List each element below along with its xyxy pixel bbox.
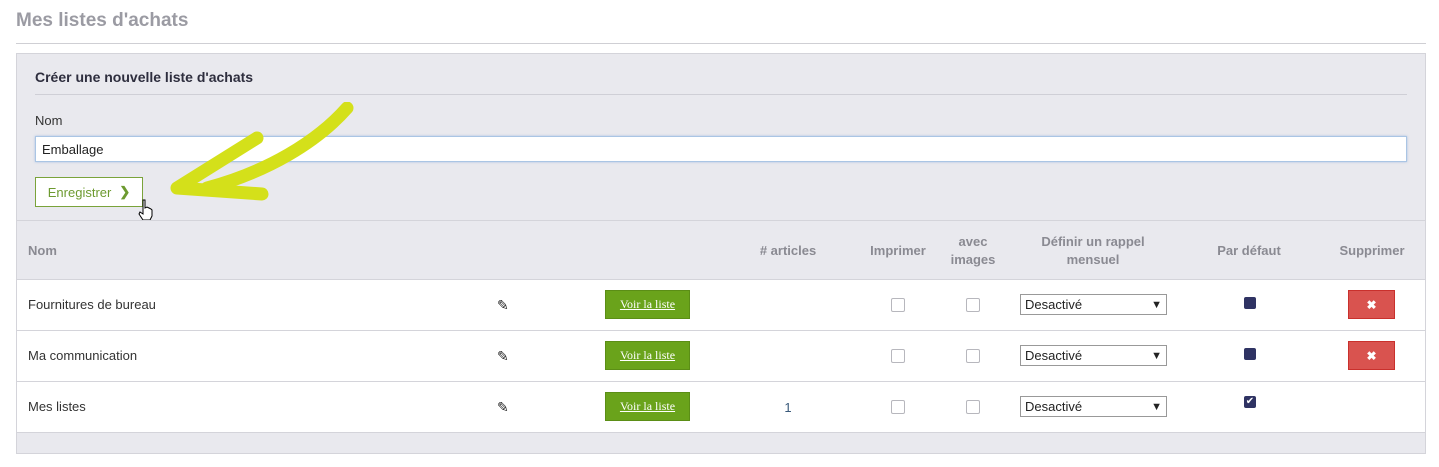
chevron-down-icon: ▼: [1151, 400, 1162, 413]
with-images-checkbox[interactable]: [966, 349, 980, 363]
edit-icon[interactable]: ✎: [497, 348, 509, 365]
header-default: Par défaut: [1217, 243, 1281, 258]
table-row: Ma communication ✎ Voir la liste Desacti…: [17, 331, 1425, 382]
print-checkbox[interactable]: [891, 349, 905, 363]
edit-icon[interactable]: ✎: [497, 297, 509, 314]
header-reminder: Définir un rappel mensuel: [1023, 233, 1163, 269]
title-divider: [16, 43, 1426, 44]
chevron-right-icon: ❯: [119, 184, 131, 199]
default-checked-icon[interactable]: ✔: [1244, 396, 1256, 408]
reminder-selected-value: Desactivé: [1025, 297, 1083, 312]
row-list-name: Fournitures de bureau: [28, 297, 156, 312]
chevron-down-icon: ▼: [1151, 298, 1162, 311]
header-with-images: avec images: [945, 233, 1001, 269]
monthly-reminder-select[interactable]: Desactivé ▼: [1020, 396, 1167, 417]
row-article-count: 1: [784, 400, 792, 415]
header-print: Imprimer: [870, 243, 926, 258]
edit-icon[interactable]: ✎: [497, 399, 509, 416]
hand-cursor-icon: [138, 199, 153, 221]
header-name: Nom: [28, 243, 57, 258]
table-row: Mes listes ✎ Voir la liste 1 Desactivé ▼…: [17, 382, 1425, 433]
header-reminder-line1: Définir un rappel: [1041, 234, 1145, 249]
create-list-heading: Créer une nouvelle liste d'achats: [35, 69, 254, 85]
reminder-selected-value: Desactivé: [1025, 348, 1083, 363]
reminder-selected-value: Desactivé: [1025, 399, 1083, 414]
save-button-label: Enregistrer: [47, 184, 112, 200]
with-images-checkbox[interactable]: [966, 400, 980, 414]
row-list-name: Mes listes: [28, 399, 86, 414]
create-list-divider: [35, 94, 1407, 95]
monthly-reminder-select[interactable]: Desactivé ▼: [1020, 294, 1167, 315]
annotation-arrow-icon: [170, 102, 354, 201]
with-images-checkbox[interactable]: [966, 298, 980, 312]
print-checkbox[interactable]: [891, 400, 905, 414]
table-header: Nom # articles Imprimer avec images Défi…: [17, 221, 1425, 280]
row-list-name: Ma communication: [28, 348, 138, 363]
save-button[interactable]: Enregistrer ❯: [35, 177, 143, 207]
name-label: Nom: [35, 113, 63, 128]
default-toggle[interactable]: [1244, 297, 1256, 309]
view-list-button[interactable]: Voir la liste: [605, 392, 690, 421]
close-icon: ✖: [1366, 297, 1377, 312]
default-toggle[interactable]: [1244, 348, 1256, 360]
close-icon: ✖: [1366, 348, 1377, 363]
view-list-button[interactable]: Voir la liste: [605, 290, 690, 319]
view-list-button[interactable]: Voir la liste: [605, 341, 690, 370]
delete-button[interactable]: ✖: [1348, 341, 1395, 370]
monthly-reminder-select[interactable]: Desactivé ▼: [1020, 345, 1167, 366]
shopping-lists-panel: Créer une nouvelle liste d'achats Nom En…: [16, 53, 1426, 454]
table-row: Fournitures de bureau ✎ Voir la liste De…: [17, 280, 1425, 331]
print-checkbox[interactable]: [891, 298, 905, 312]
header-reminder-line2: mensuel: [1066, 252, 1120, 267]
header-images-line1: avec: [958, 234, 988, 249]
delete-button[interactable]: ✖: [1348, 290, 1395, 319]
shopping-lists-table: Nom # articles Imprimer avec images Défi…: [17, 220, 1425, 433]
header-delete: Supprimer: [1339, 243, 1405, 258]
page-title: Mes listes d'achats: [16, 10, 189, 31]
header-articles: # articles: [759, 243, 817, 258]
chevron-down-icon: ▼: [1151, 349, 1162, 362]
header-images-line2: images: [950, 252, 996, 267]
